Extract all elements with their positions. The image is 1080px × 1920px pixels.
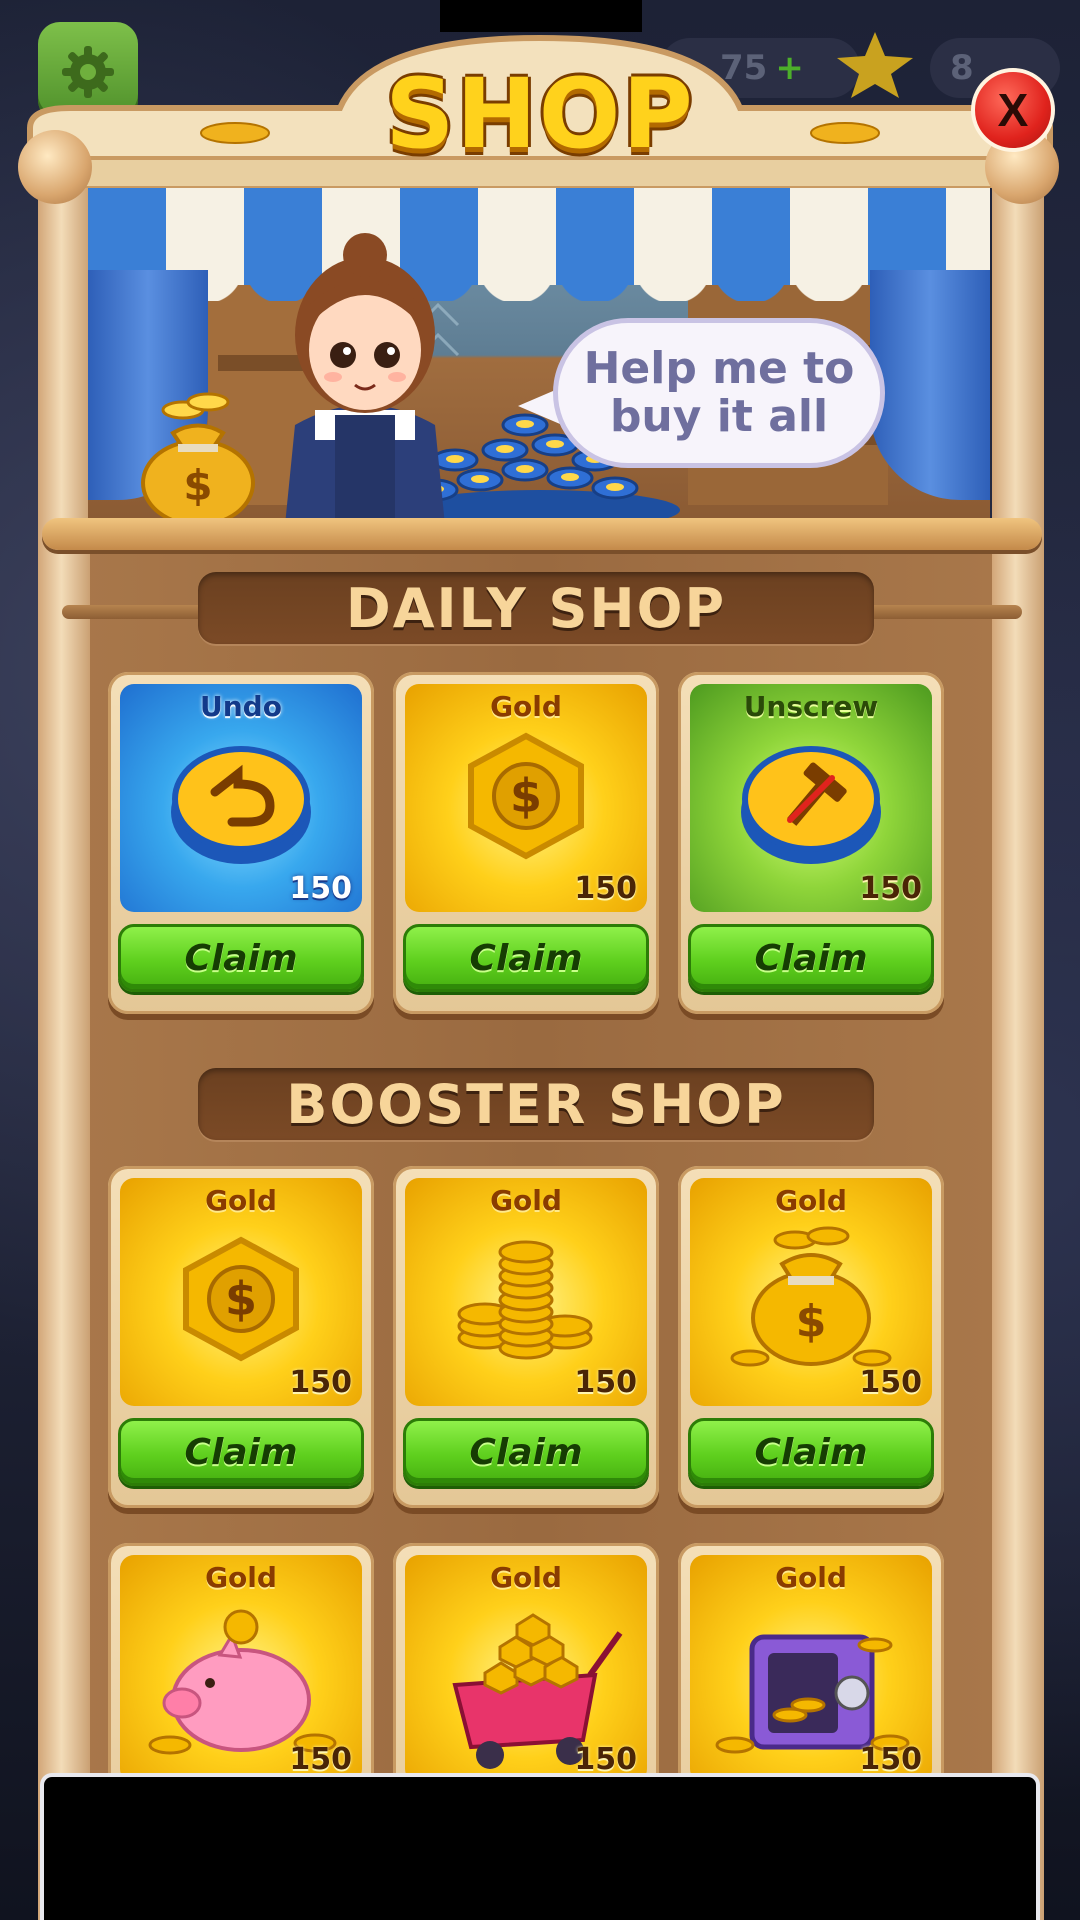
left-pillar [38,170,90,1920]
close-icon: X [997,84,1029,136]
daily-item-unscrew: Unscrew 150 Claim [678,672,944,1014]
claim-button[interactable]: Claim [118,1418,364,1486]
svg-text:$: $ [796,1296,827,1347]
money-bag-decoration: $ [141,392,255,527]
item-title: Gold [490,1184,562,1217]
claim-button[interactable]: Claim [688,1418,934,1486]
card-face: $ Gold 150 [405,684,647,912]
right-pillar [992,170,1044,1920]
claim-button[interactable]: Claim [688,924,934,992]
speech-bubble: Help me to buy it all [553,318,885,468]
card-face: Undo 150 [120,684,362,912]
item-count: 150 [859,871,922,906]
item-title: Gold [490,1561,562,1594]
shop-counter [42,518,1042,550]
item-title: Gold [490,690,562,723]
item-count: 150 [859,1742,922,1777]
card-face: $ Gold 150 [120,1178,362,1406]
booster-item-money-bag: $ Gold 150 Claim [678,1166,944,1508]
item-title: Unscrew [743,690,879,723]
svg-text:$: $ [225,1272,257,1326]
item-count: 150 [289,1365,352,1400]
claim-button[interactable]: Claim [403,1418,649,1486]
awning-scallop [88,265,990,301]
item-count: 150 [289,871,352,906]
item-count: 150 [574,871,637,906]
bottom-ad-banner [40,1773,1040,1920]
item-count: 150 [574,1742,637,1777]
claim-button[interactable]: Claim [118,924,364,992]
item-title: Undo [200,690,282,723]
daily-item-gold: $ Gold 150 Claim [393,672,659,1014]
item-count: 150 [574,1365,637,1400]
booster-item-gold-coin: $ Gold 150 Claim [108,1166,374,1508]
item-count: 150 [289,1742,352,1777]
card-face: Gold 150 [405,1555,647,1783]
svg-text:$: $ [183,461,212,510]
daily-shop-header: DAILY SHOP [198,572,874,644]
shopkeeper-character [285,233,445,525]
item-title: Gold [205,1561,277,1594]
booster-shop-header: BOOSTER SHOP [198,1068,874,1140]
daily-item-undo: Undo 150 Claim [108,672,374,1014]
item-title: Gold [775,1561,847,1594]
claim-button[interactable]: Claim [403,924,649,992]
booster-item-coin-stack: Gold 150 Claim [393,1166,659,1508]
svg-text:$: $ [510,769,542,823]
card-face: Gold 150 [120,1555,362,1783]
item-title: Gold [775,1184,847,1217]
card-face: Gold 150 [690,1555,932,1783]
item-count: 150 [859,1365,922,1400]
card-face: $ Gold 150 [690,1178,932,1406]
shop-title: SHOP [385,58,695,170]
close-button[interactable]: X [971,68,1055,152]
item-title: Gold [205,1184,277,1217]
card-face: Unscrew 150 [690,684,932,912]
card-face: Gold 150 [405,1178,647,1406]
